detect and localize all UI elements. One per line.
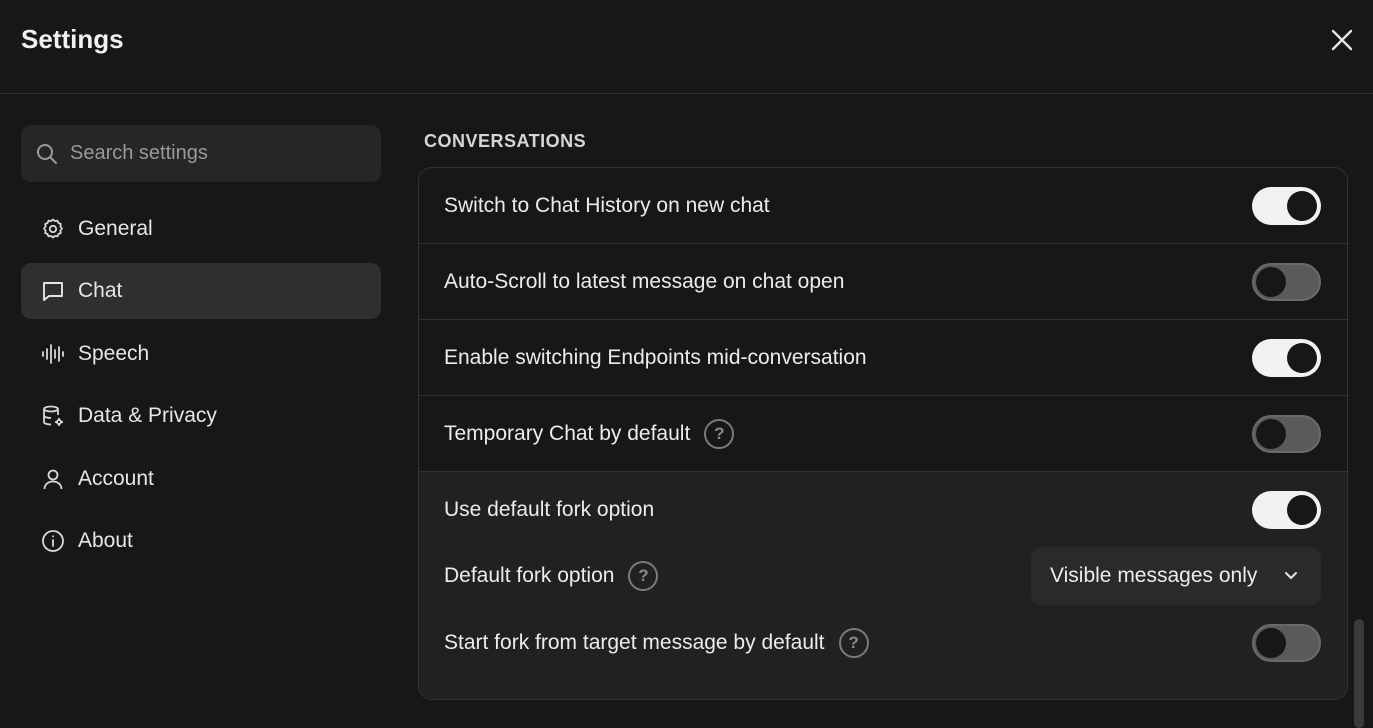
audio-wave-icon bbox=[40, 341, 66, 367]
setting-row: Use default fork option bbox=[419, 477, 1347, 543]
search-box bbox=[21, 125, 381, 182]
section-title: CONVERSATIONS bbox=[424, 131, 587, 151]
sidebar-item-label: General bbox=[78, 217, 153, 240]
sidebar-item-label: Chat bbox=[78, 279, 123, 302]
user-icon bbox=[40, 466, 66, 492]
close-icon bbox=[1331, 29, 1353, 51]
close-button[interactable] bbox=[1326, 24, 1358, 56]
setting-label: Switch to Chat History on new chat bbox=[444, 193, 770, 217]
sidebar-item-label: Data & Privacy bbox=[78, 404, 217, 427]
help-icon[interactable]: ? bbox=[704, 418, 735, 449]
temporary-chat-toggle[interactable] bbox=[1252, 415, 1321, 453]
sidebar-item-chat[interactable]: Chat bbox=[21, 263, 381, 319]
select-value: Visible messages only bbox=[1050, 564, 1258, 587]
setting-row: Start fork from target message by defaul… bbox=[419, 610, 1347, 676]
chat-history-toggle[interactable] bbox=[1252, 187, 1321, 225]
sidebar-item-general[interactable]: General bbox=[21, 201, 381, 257]
sidebar-item-data-privacy[interactable]: Data & Privacy bbox=[21, 388, 381, 444]
default-fork-toggle[interactable] bbox=[1252, 491, 1321, 529]
setting-row: Temporary Chat by default ? bbox=[419, 396, 1347, 472]
scrollbar[interactable] bbox=[1354, 619, 1364, 728]
message-square-icon bbox=[40, 278, 66, 304]
gear-icon bbox=[40, 216, 66, 242]
setting-label: Start fork from target message by defaul… bbox=[444, 631, 825, 654]
setting-row: Default fork option ? Visible messages o… bbox=[419, 543, 1347, 609]
settings-header: Settings bbox=[0, 0, 1373, 94]
sidebar-item-label: Account bbox=[78, 467, 154, 490]
setting-label: Use default fork option bbox=[444, 498, 655, 521]
setting-row: Enable switching Endpoints mid-conversat… bbox=[419, 320, 1347, 396]
help-icon[interactable]: ? bbox=[628, 561, 659, 591]
fork-option-select[interactable]: Visible messages only bbox=[1031, 547, 1321, 605]
database-settings-icon bbox=[40, 403, 66, 429]
fork-settings: Use default fork option Default fork opt… bbox=[419, 472, 1347, 699]
setting-label: Default fork option bbox=[444, 564, 615, 587]
sidebar-item-account[interactable]: Account bbox=[21, 451, 381, 507]
fork-target-toggle[interactable] bbox=[1252, 624, 1321, 662]
conversations-panel: Switch to Chat History on new chat Auto-… bbox=[418, 167, 1348, 700]
chevron-down-icon bbox=[1285, 572, 1297, 579]
search-input[interactable] bbox=[70, 142, 360, 165]
sidebar-item-label: About bbox=[78, 529, 133, 552]
setting-label: Auto-Scroll to latest message on chat op… bbox=[444, 269, 845, 293]
setting-label: Enable switching Endpoints mid-conversat… bbox=[444, 345, 867, 369]
setting-row: Auto-Scroll to latest message on chat op… bbox=[419, 244, 1347, 320]
setting-label: Temporary Chat by default bbox=[444, 421, 691, 445]
endpoint-switch-toggle[interactable] bbox=[1252, 339, 1321, 377]
sidebar-item-speech[interactable]: Speech bbox=[21, 326, 381, 382]
setting-row: Switch to Chat History on new chat bbox=[419, 168, 1347, 244]
sidebar-item-about[interactable]: About bbox=[21, 513, 381, 569]
search-icon bbox=[37, 143, 57, 164]
help-icon[interactable]: ? bbox=[838, 628, 869, 658]
info-icon bbox=[40, 528, 66, 554]
page-title: Settings bbox=[21, 24, 124, 54]
auto-scroll-toggle[interactable] bbox=[1252, 263, 1321, 301]
sidebar-item-label: Speech bbox=[78, 342, 150, 365]
